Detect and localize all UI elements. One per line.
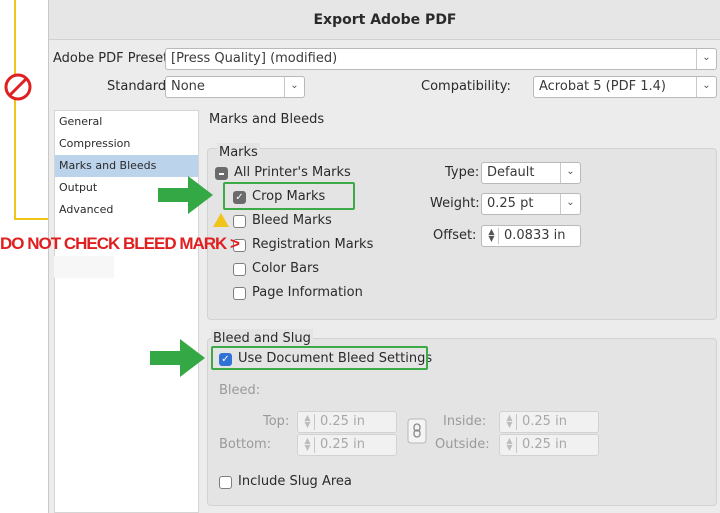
section-title: Marks and Bleeds <box>209 112 325 127</box>
arrow-right-icon <box>158 176 214 214</box>
all-printers-marks-label: All Printer's Marks <box>234 165 351 180</box>
bleed-top-stepper[interactable]: ▲ ▼ 0.25 in <box>297 411 397 433</box>
checkbox-icon <box>233 263 246 276</box>
sidebar-item-marks-and-bleeds[interactable]: Marks and Bleeds <box>55 155 198 177</box>
stepper-icon[interactable]: ▲ ▼ <box>301 414 315 430</box>
arrow-right-icon <box>150 339 206 377</box>
weight-select[interactable]: 0.25 pt ⌄ <box>481 193 581 215</box>
offset-stepper[interactable]: ▲ ▼ 0.0833 in <box>481 225 581 247</box>
warning-annotation: DO NOT CHECK BLEED MARK > <box>0 234 240 253</box>
chevron-down-icon: ⌄ <box>284 77 304 97</box>
chain-link-icon[interactable] <box>407 418 427 444</box>
annotation-guide-vertical <box>14 0 16 220</box>
export-pdf-dialog: Export Adobe PDF Adobe PDF Preset: [Pres… <box>48 0 720 513</box>
weight-label: Weight: <box>430 196 480 211</box>
color-bars-label: Color Bars <box>252 261 320 276</box>
bleed-bottom-value: 0.25 in <box>320 437 365 452</box>
include-slug-checkbox[interactable]: Include Slug Area <box>219 473 352 491</box>
bleed-marks-label: Bleed Marks <box>252 213 332 228</box>
stepper-icon[interactable]: ▲ ▼ <box>301 437 315 453</box>
preset-value: [Press Quality] (modified) <box>171 51 338 66</box>
bleed-inside-value: 0.25 in <box>522 414 567 429</box>
offset-label: Offset: <box>433 228 477 243</box>
color-bars-checkbox[interactable]: Color Bars <box>233 260 319 278</box>
dialog-title: Export Adobe PDF <box>49 0 720 40</box>
bleed-marks-checkbox[interactable]: Bleed Marks <box>233 212 332 230</box>
all-printers-marks-checkbox[interactable]: All Printer's Marks <box>215 164 351 182</box>
page-information-label: Page Information <box>252 285 363 300</box>
bottom-label: Bottom: <box>219 437 272 452</box>
registration-marks-label: Registration Marks <box>252 237 374 252</box>
sidebar-item-compression[interactable]: Compression <box>55 133 198 155</box>
use-document-bleed-highlight <box>211 346 428 370</box>
stepper-icon[interactable]: ▲ ▼ <box>503 414 517 430</box>
bleed-bottom-stepper[interactable]: ▲ ▼ 0.25 in <box>297 434 397 456</box>
stepper-icon[interactable]: ▲ ▼ <box>503 437 517 453</box>
bleed-outside-value: 0.25 in <box>522 437 567 452</box>
outside-label: Outside: <box>435 437 490 452</box>
annotation-label-backdrop <box>54 256 114 278</box>
prohibited-icon <box>4 73 32 101</box>
weight-value: 0.25 pt <box>487 196 534 211</box>
checkbox-icon <box>233 215 246 228</box>
chevron-down-icon: ⌄ <box>560 163 580 183</box>
offset-value: 0.0833 in <box>504 228 566 243</box>
checkbox-icon <box>219 476 232 489</box>
top-label: Top: <box>263 414 290 429</box>
sidebar: General Compression Marks and Bleeds Out… <box>54 110 199 513</box>
type-label: Type: <box>445 165 480 180</box>
type-value: Default <box>487 165 535 180</box>
compatibility-value: Acrobat 5 (PDF 1.4) <box>539 79 666 94</box>
marks-group-title: Marks <box>217 143 260 163</box>
preset-select[interactable]: [Press Quality] (modified) ⌄ <box>165 48 717 70</box>
bleed-outside-stepper[interactable]: ▲ ▼ 0.25 in <box>499 434 599 456</box>
bleed-top-value: 0.25 in <box>320 414 365 429</box>
inside-label: Inside: <box>443 414 487 429</box>
chevron-down-icon: ⌄ <box>560 194 580 214</box>
checkbox-icon <box>233 287 246 300</box>
bleed-label: Bleed: <box>219 383 261 398</box>
preset-label: Adobe PDF Preset: <box>53 51 173 66</box>
chevron-down-icon: ⌄ <box>696 77 716 97</box>
standard-select[interactable]: None ⌄ <box>165 76 305 98</box>
crop-marks-highlight <box>223 182 355 210</box>
mixed-checkbox-icon <box>215 167 228 180</box>
chevron-down-icon: ⌄ <box>696 49 716 69</box>
warning-icon <box>213 213 229 227</box>
type-select[interactable]: Default ⌄ <box>481 162 581 184</box>
standard-value: None <box>171 79 205 94</box>
sidebar-item-general[interactable]: General <box>55 111 198 133</box>
standard-label: Standard: <box>107 79 171 94</box>
compatibility-select[interactable]: Acrobat 5 (PDF 1.4) ⌄ <box>533 76 717 98</box>
registration-marks-checkbox[interactable]: Registration Marks <box>233 236 373 254</box>
page-information-checkbox[interactable]: Page Information <box>233 284 363 302</box>
stepper-icon[interactable]: ▲ ▼ <box>485 228 499 244</box>
compatibility-label: Compatibility: <box>421 79 511 94</box>
include-slug-label: Include Slug Area <box>238 474 352 489</box>
bleed-inside-stepper[interactable]: ▲ ▼ 0.25 in <box>499 411 599 433</box>
